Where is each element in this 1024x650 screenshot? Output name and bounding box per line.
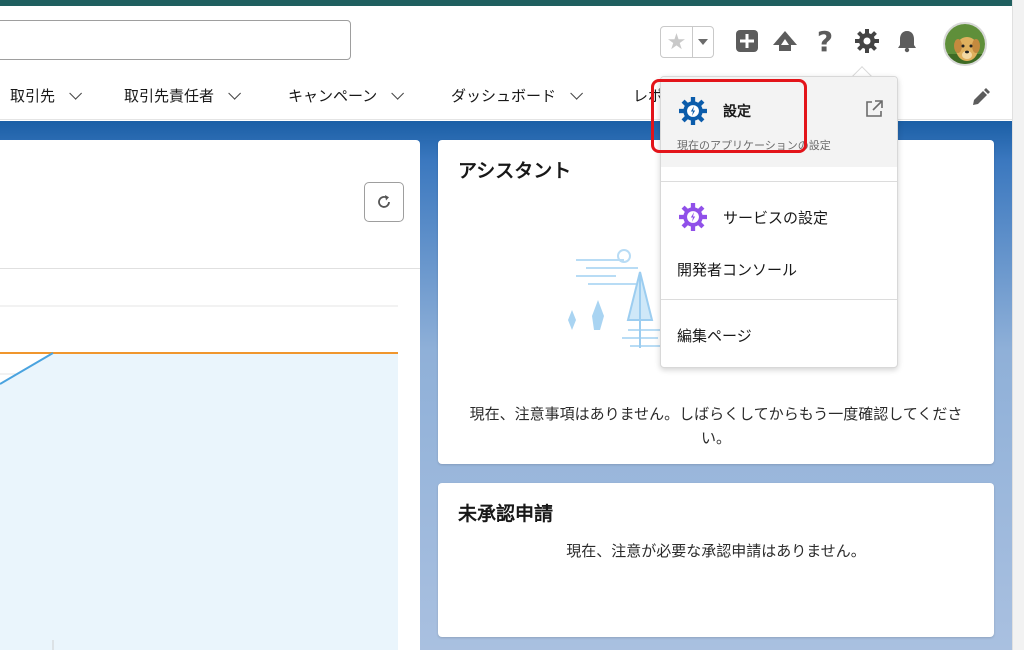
gear-icon[interactable] (852, 26, 882, 56)
favorites-dropdown-button[interactable] (693, 27, 713, 57)
nav-tab-label: ダッシュボード (451, 86, 557, 105)
chevron-down-icon[interactable] (69, 86, 83, 100)
nav-tab-accounts[interactable]: 取引先 (10, 70, 83, 120)
menu-item-edit-page-label: 編集ページ (677, 327, 752, 345)
chevron-down-icon[interactable] (391, 86, 405, 100)
menu-divider (661, 299, 897, 300)
assistant-title: アシスタント (458, 160, 572, 182)
approvals-title: 未承認申請 (458, 503, 554, 525)
menu-item-edit-page[interactable]: 編集ページ (661, 315, 897, 355)
favorites-button-group[interactable]: ★ (660, 26, 714, 58)
star-icon[interactable]: ★ (661, 27, 693, 57)
chart-area-fill (0, 353, 398, 650)
setup-highlight-box (651, 79, 807, 153)
chevron-down-icon[interactable] (570, 86, 584, 100)
assistant-empty-illustration (568, 249, 664, 348)
chevron-down-icon[interactable] (228, 86, 242, 100)
approvals-card: 未承認申請 現在、注意が必要な承認申請はありません。 (438, 483, 994, 637)
menu-item-service-setup-label: サービスの設定 (723, 209, 829, 227)
nav-tab-label: 取引先 (10, 86, 56, 105)
assistant-message: 現在、注意事項はありません。しばらくしてからもう一度確認してください。 (469, 405, 963, 447)
menu-item-developer-console-label: 開発者コンソール (677, 261, 798, 279)
nav-tab-contacts[interactable]: 取引先責任者 (124, 70, 242, 120)
dashboard-line-chart (0, 268, 420, 650)
page-scrollbar[interactable] (1012, 0, 1024, 650)
add-icon[interactable] (732, 26, 762, 56)
chevron-down-icon (698, 39, 708, 45)
refresh-button[interactable] (364, 182, 404, 222)
help-icon[interactable]: ? (810, 25, 840, 58)
trailhead-icon[interactable] (770, 26, 800, 56)
menu-divider (661, 181, 897, 182)
global-header: ★ ? (0, 6, 1012, 70)
nav-tab-campaigns[interactable]: キャンペーン (288, 70, 405, 120)
edit-nav-pencil-icon[interactable] (970, 88, 990, 112)
external-link-icon[interactable] (864, 99, 884, 119)
nav-tab-dashboards[interactable]: ダッシュボード (451, 70, 584, 120)
bell-icon[interactable] (892, 26, 922, 56)
menu-item-developer-console[interactable]: 開発者コンソール (661, 249, 897, 289)
nav-tab-label: キャンペーン (288, 86, 378, 105)
global-search-input[interactable] (0, 20, 351, 60)
nav-tab-label: 取引先責任者 (124, 86, 215, 105)
user-avatar[interactable] (943, 22, 987, 66)
approvals-message: 現在、注意が必要な承認申請はありません。 (566, 542, 866, 560)
refresh-icon (378, 195, 390, 208)
service-setup-gear-icon (679, 203, 707, 231)
menu-item-service-setup[interactable]: サービスの設定 (661, 189, 897, 245)
